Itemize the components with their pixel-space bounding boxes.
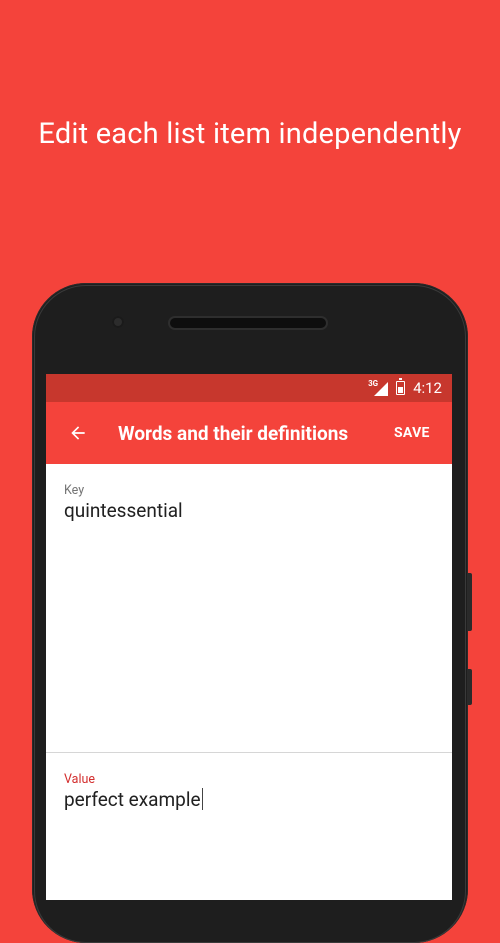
value-input-wrap[interactable]: perfect example [64,787,452,812]
volume-button [468,573,472,631]
status-time: 4:12 [413,379,442,397]
status-bar: 3G 4:12 [46,374,452,402]
key-field[interactable]: Key quintessential [46,464,452,753]
page-title: Words and their definitions [118,421,349,445]
value-label: Value [64,772,96,787]
status-icons: 3G 4:12 [368,374,442,402]
value-input[interactable]: perfect example [64,788,201,812]
value-field[interactable]: Value perfect example [46,753,452,812]
power-button [468,669,472,705]
signal-icon: 3G [368,379,389,396]
key-label: Key [64,483,85,498]
promo-headline: Edit each list item independently [38,117,462,151]
arrow-back-icon [71,426,85,440]
earpiece-speaker [170,318,326,328]
phone-screen: 3G 4:12 Words and their definitions SAVE… [46,374,452,900]
text-cursor [201,788,204,810]
key-input[interactable]: quintessential [64,499,183,523]
app-bar: Words and their definitions SAVE [46,402,452,464]
back-button[interactable] [62,417,94,449]
save-button[interactable]: SAVE [394,425,430,441]
front-camera [112,316,124,328]
battery-charging-icon [396,378,406,395]
